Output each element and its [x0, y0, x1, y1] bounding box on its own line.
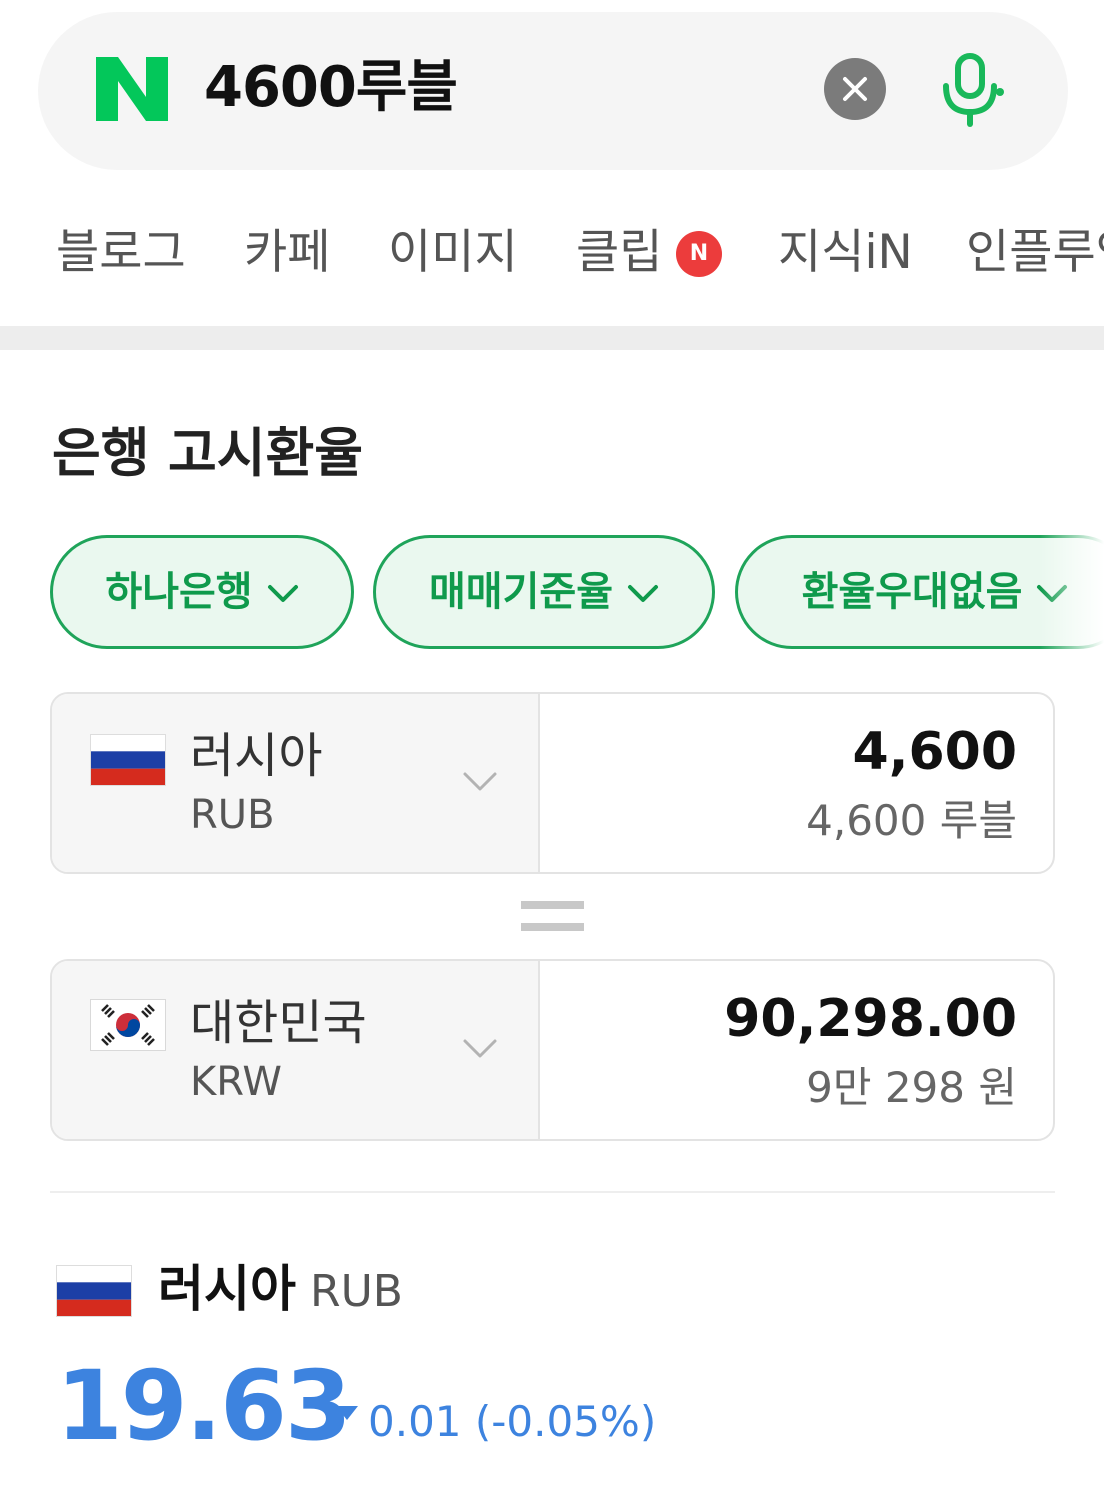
- rate-change: 0.01 (-0.05%): [368, 1397, 657, 1446]
- naver-logo-icon[interactable]: [96, 57, 168, 121]
- exchange-rate-value: 19.63: [56, 1350, 352, 1462]
- to-currency-code: KRW: [190, 1059, 282, 1105]
- equals-icon: [521, 901, 584, 931]
- section-divider: [0, 326, 1104, 350]
- tab-kin[interactable]: 지식iN: [778, 220, 913, 286]
- tab-clip[interactable]: 클립: [576, 220, 662, 286]
- scroll-fade: [1040, 530, 1104, 654]
- to-country-name: 대한민국: [190, 995, 367, 1051]
- russia-flag-icon: [56, 1265, 132, 1317]
- clear-search-button[interactable]: [824, 58, 886, 120]
- rate-country-name: 러시아: [158, 1260, 296, 1318]
- from-currency-code: RUB: [190, 792, 275, 838]
- bank-select-chip[interactable]: 하나은행: [50, 535, 354, 649]
- tab-cafe[interactable]: 카페: [244, 220, 330, 286]
- rate-type-chip[interactable]: 매매기준율: [373, 535, 715, 649]
- search-input[interactable]: 4600루블: [204, 50, 458, 126]
- chevron-down-icon: [463, 772, 497, 791]
- from-currency-box: 러시아 RUB 4,600 4,600 루블: [50, 692, 1055, 874]
- from-amount-input[interactable]: 4,600: [853, 720, 1017, 784]
- from-country-name: 러시아: [190, 728, 323, 784]
- down-triangle-icon: [336, 1406, 358, 1420]
- russia-flag-icon: [90, 734, 166, 786]
- from-currency-select[interactable]: 러시아 RUB: [52, 694, 540, 872]
- chevron-down-icon: [463, 1039, 497, 1058]
- rate-currency-code: RUB: [310, 1266, 403, 1317]
- close-icon: [843, 77, 867, 101]
- to-amount-korean: 9만 298 원: [806, 1063, 1017, 1112]
- to-currency-select[interactable]: 대한민국 KRW: [52, 961, 540, 1139]
- tab-image[interactable]: 이미지: [388, 220, 518, 286]
- section-title: 은행 고시환율: [52, 423, 364, 484]
- from-amount-korean: 4,600 루블: [806, 796, 1017, 845]
- korea-flag-icon: [90, 999, 166, 1051]
- chevron-down-icon: [628, 585, 658, 602]
- chip-label: 매매기준율: [429, 569, 613, 615]
- to-amount-input[interactable]: 90,298.00: [724, 987, 1017, 1051]
- microphone-icon[interactable]: [934, 52, 1010, 128]
- search-bar[interactable]: [38, 12, 1068, 170]
- chevron-down-icon: [267, 585, 298, 602]
- new-badge: N: [676, 231, 722, 277]
- chip-label: 하나은행: [105, 569, 253, 615]
- search-category-tabs: 블로그 카페 이미지 클립 지식iN 인플루언서: [0, 200, 1104, 310]
- tab-blog[interactable]: 블로그: [56, 220, 186, 286]
- chip-label: 환율우대없음: [801, 569, 1023, 615]
- tab-influencer[interactable]: 인플루언서: [966, 220, 1104, 286]
- divider: [50, 1191, 1055, 1193]
- to-currency-box: 대한민국 KRW 90,298.00 9만 298 원: [50, 959, 1055, 1141]
